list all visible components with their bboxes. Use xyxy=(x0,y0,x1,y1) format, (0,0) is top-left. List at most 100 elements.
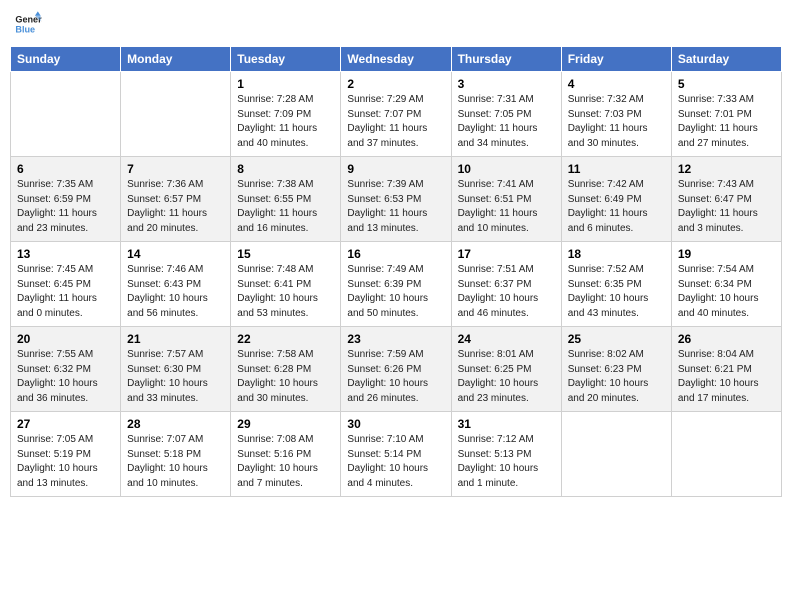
day-info: Sunrise: 8:04 AMSunset: 6:21 PMDaylight:… xyxy=(678,348,775,406)
day-number: 1 xyxy=(237,77,334,91)
day-info: Sunrise: 7:52 AMSunset: 6:35 PMDaylight:… xyxy=(568,263,665,321)
day-info: Sunrise: 7:46 AMSunset: 6:43 PMDaylight:… xyxy=(127,263,224,321)
calendar-cell: 14 Sunrise: 7:46 AMSunset: 6:43 PMDayligh… xyxy=(121,242,231,327)
calendar-cell: 25 Sunrise: 8:02 AMSunset: 6:23 PMDayligh… xyxy=(561,327,671,412)
calendar-cell xyxy=(11,72,121,157)
day-number: 23 xyxy=(347,332,444,346)
logo-icon: General Blue xyxy=(14,10,42,38)
day-info: Sunrise: 7:33 AMSunset: 7:01 PMDaylight:… xyxy=(678,93,775,151)
day-info: Sunrise: 7:57 AMSunset: 6:30 PMDaylight:… xyxy=(127,348,224,406)
day-info: Sunrise: 7:05 AMSunset: 5:19 PMDaylight:… xyxy=(17,433,114,491)
calendar-cell: 13 Sunrise: 7:45 AMSunset: 6:45 PMDayligh… xyxy=(11,242,121,327)
calendar-cell: 26 Sunrise: 8:04 AMSunset: 6:21 PMDayligh… xyxy=(671,327,781,412)
calendar-cell: 27 Sunrise: 7:05 AMSunset: 5:19 PMDayligh… xyxy=(11,412,121,497)
header-thursday: Thursday xyxy=(451,47,561,72)
day-number: 31 xyxy=(458,417,555,431)
day-number: 30 xyxy=(347,417,444,431)
day-number: 8 xyxy=(237,162,334,176)
header-monday: Monday xyxy=(121,47,231,72)
day-info: Sunrise: 7:51 AMSunset: 6:37 PMDaylight:… xyxy=(458,263,555,321)
calendar-week-5: 27 Sunrise: 7:05 AMSunset: 5:19 PMDayligh… xyxy=(11,412,782,497)
header-saturday: Saturday xyxy=(671,47,781,72)
day-number: 28 xyxy=(127,417,224,431)
calendar-cell: 7Sunrise: 7:36 AMSunset: 6:57 PMDaylight… xyxy=(121,157,231,242)
calendar-cell: 15Sunrise: 7:48 AMSunset: 6:41 PMDayligh… xyxy=(231,242,341,327)
day-info: Sunrise: 7:59 AMSunset: 6:26 PMDaylight:… xyxy=(347,348,444,406)
day-info: Sunrise: 7:43 AMSunset: 6:47 PMDaylight:… xyxy=(678,178,775,236)
day-info: Sunrise: 7:12 AMSunset: 5:13 PMDaylight:… xyxy=(458,433,555,491)
calendar-cell: 3 Sunrise: 7:31 AMSunset: 7:05 PMDaylight… xyxy=(451,72,561,157)
calendar-week-1: 1 Sunrise: 7:28 AMSunset: 7:09 PMDaylight… xyxy=(11,72,782,157)
day-number: 24 xyxy=(458,332,555,346)
calendar-header-row: SundayMondayTuesdayWednesdayThursdayFrid… xyxy=(11,47,782,72)
day-number: 6 xyxy=(17,162,114,176)
calendar-cell: 6Sunrise: 7:35 AMSunset: 6:59 PMDaylight… xyxy=(11,157,121,242)
day-info: Sunrise: 7:28 AMSunset: 7:09 PMDaylight:… xyxy=(237,93,334,151)
day-number: 22 xyxy=(237,332,334,346)
day-number: 5 xyxy=(678,77,775,91)
calendar-cell: 19Sunrise: 7:54 AMSunset: 6:34 PMDayligh… xyxy=(671,242,781,327)
day-number: 12 xyxy=(678,162,775,176)
calendar-week-4: 20 Sunrise: 7:55 AMSunset: 6:32 PMDayligh… xyxy=(11,327,782,412)
logo: General Blue xyxy=(14,10,42,38)
day-number: 29 xyxy=(237,417,334,431)
day-number: 3 xyxy=(458,77,555,91)
day-info: Sunrise: 7:10 AMSunset: 5:14 PMDaylight:… xyxy=(347,433,444,491)
calendar-cell: 5 Sunrise: 7:33 AMSunset: 7:01 PMDaylight… xyxy=(671,72,781,157)
calendar-cell: 16 Sunrise: 7:49 AMSunset: 6:39 PMDayligh… xyxy=(341,242,451,327)
calendar-week-3: 13 Sunrise: 7:45 AMSunset: 6:45 PMDayligh… xyxy=(11,242,782,327)
calendar-cell: 17Sunrise: 7:51 AMSunset: 6:37 PMDayligh… xyxy=(451,242,561,327)
day-info: Sunrise: 7:08 AMSunset: 5:16 PMDaylight:… xyxy=(237,433,334,491)
calendar-cell: 28 Sunrise: 7:07 AMSunset: 5:18 PMDayligh… xyxy=(121,412,231,497)
calendar-cell xyxy=(121,72,231,157)
day-info: Sunrise: 7:36 AMSunset: 6:57 PMDaylight:… xyxy=(127,178,224,236)
day-info: Sunrise: 7:49 AMSunset: 6:39 PMDaylight:… xyxy=(347,263,444,321)
calendar-cell: 30 Sunrise: 7:10 AMSunset: 5:14 PMDayligh… xyxy=(341,412,451,497)
day-number: 11 xyxy=(568,162,665,176)
calendar-cell: 4Sunrise: 7:32 AMSunset: 7:03 PMDaylight… xyxy=(561,72,671,157)
day-number: 21 xyxy=(127,332,224,346)
day-number: 9 xyxy=(347,162,444,176)
header-tuesday: Tuesday xyxy=(231,47,341,72)
day-info: Sunrise: 7:48 AMSunset: 6:41 PMDaylight:… xyxy=(237,263,334,321)
day-number: 10 xyxy=(458,162,555,176)
day-info: Sunrise: 7:38 AMSunset: 6:55 PMDaylight:… xyxy=(237,178,334,236)
day-info: Sunrise: 7:29 AMSunset: 7:07 PMDaylight:… xyxy=(347,93,444,151)
calendar-cell: 11Sunrise: 7:42 AMSunset: 6:49 PMDayligh… xyxy=(561,157,671,242)
calendar-cell: 29 Sunrise: 7:08 AMSunset: 5:16 PMDayligh… xyxy=(231,412,341,497)
calendar-week-2: 6Sunrise: 7:35 AMSunset: 6:59 PMDaylight… xyxy=(11,157,782,242)
day-info: Sunrise: 7:31 AMSunset: 7:05 PMDaylight:… xyxy=(458,93,555,151)
day-info: Sunrise: 7:39 AMSunset: 6:53 PMDaylight:… xyxy=(347,178,444,236)
day-info: Sunrise: 7:32 AMSunset: 7:03 PMDaylight:… xyxy=(568,93,665,151)
calendar-cell xyxy=(671,412,781,497)
day-info: Sunrise: 8:02 AMSunset: 6:23 PMDaylight:… xyxy=(568,348,665,406)
day-info: Sunrise: 7:07 AMSunset: 5:18 PMDaylight:… xyxy=(127,433,224,491)
day-number: 13 xyxy=(17,247,114,261)
header-friday: Friday xyxy=(561,47,671,72)
calendar-cell xyxy=(561,412,671,497)
svg-text:Blue: Blue xyxy=(15,24,35,34)
day-number: 20 xyxy=(17,332,114,346)
day-info: Sunrise: 7:45 AMSunset: 6:45 PMDaylight:… xyxy=(17,263,114,321)
calendar-cell: 18Sunrise: 7:52 AMSunset: 6:35 PMDayligh… xyxy=(561,242,671,327)
day-number: 25 xyxy=(568,332,665,346)
day-info: Sunrise: 7:41 AMSunset: 6:51 PMDaylight:… xyxy=(458,178,555,236)
day-info: Sunrise: 7:55 AMSunset: 6:32 PMDaylight:… xyxy=(17,348,114,406)
calendar-cell: 24 Sunrise: 8:01 AMSunset: 6:25 PMDayligh… xyxy=(451,327,561,412)
calendar-cell: 12 Sunrise: 7:43 AMSunset: 6:47 PMDayligh… xyxy=(671,157,781,242)
calendar-cell: 2 Sunrise: 7:29 AMSunset: 7:07 PMDaylight… xyxy=(341,72,451,157)
day-number: 26 xyxy=(678,332,775,346)
day-info: Sunrise: 7:54 AMSunset: 6:34 PMDaylight:… xyxy=(678,263,775,321)
calendar-cell: 1 Sunrise: 7:28 AMSunset: 7:09 PMDaylight… xyxy=(231,72,341,157)
day-number: 14 xyxy=(127,247,224,261)
header-sunday: Sunday xyxy=(11,47,121,72)
calendar-table: SundayMondayTuesdayWednesdayThursdayFrid… xyxy=(10,46,782,497)
calendar-cell: 21 Sunrise: 7:57 AMSunset: 6:30 PMDayligh… xyxy=(121,327,231,412)
day-number: 2 xyxy=(347,77,444,91)
day-number: 27 xyxy=(17,417,114,431)
calendar-cell: 20 Sunrise: 7:55 AMSunset: 6:32 PMDayligh… xyxy=(11,327,121,412)
day-number: 16 xyxy=(347,247,444,261)
day-info: Sunrise: 7:58 AMSunset: 6:28 PMDaylight:… xyxy=(237,348,334,406)
day-info: Sunrise: 8:01 AMSunset: 6:25 PMDaylight:… xyxy=(458,348,555,406)
calendar-cell: 10 Sunrise: 7:41 AMSunset: 6:51 PMDayligh… xyxy=(451,157,561,242)
